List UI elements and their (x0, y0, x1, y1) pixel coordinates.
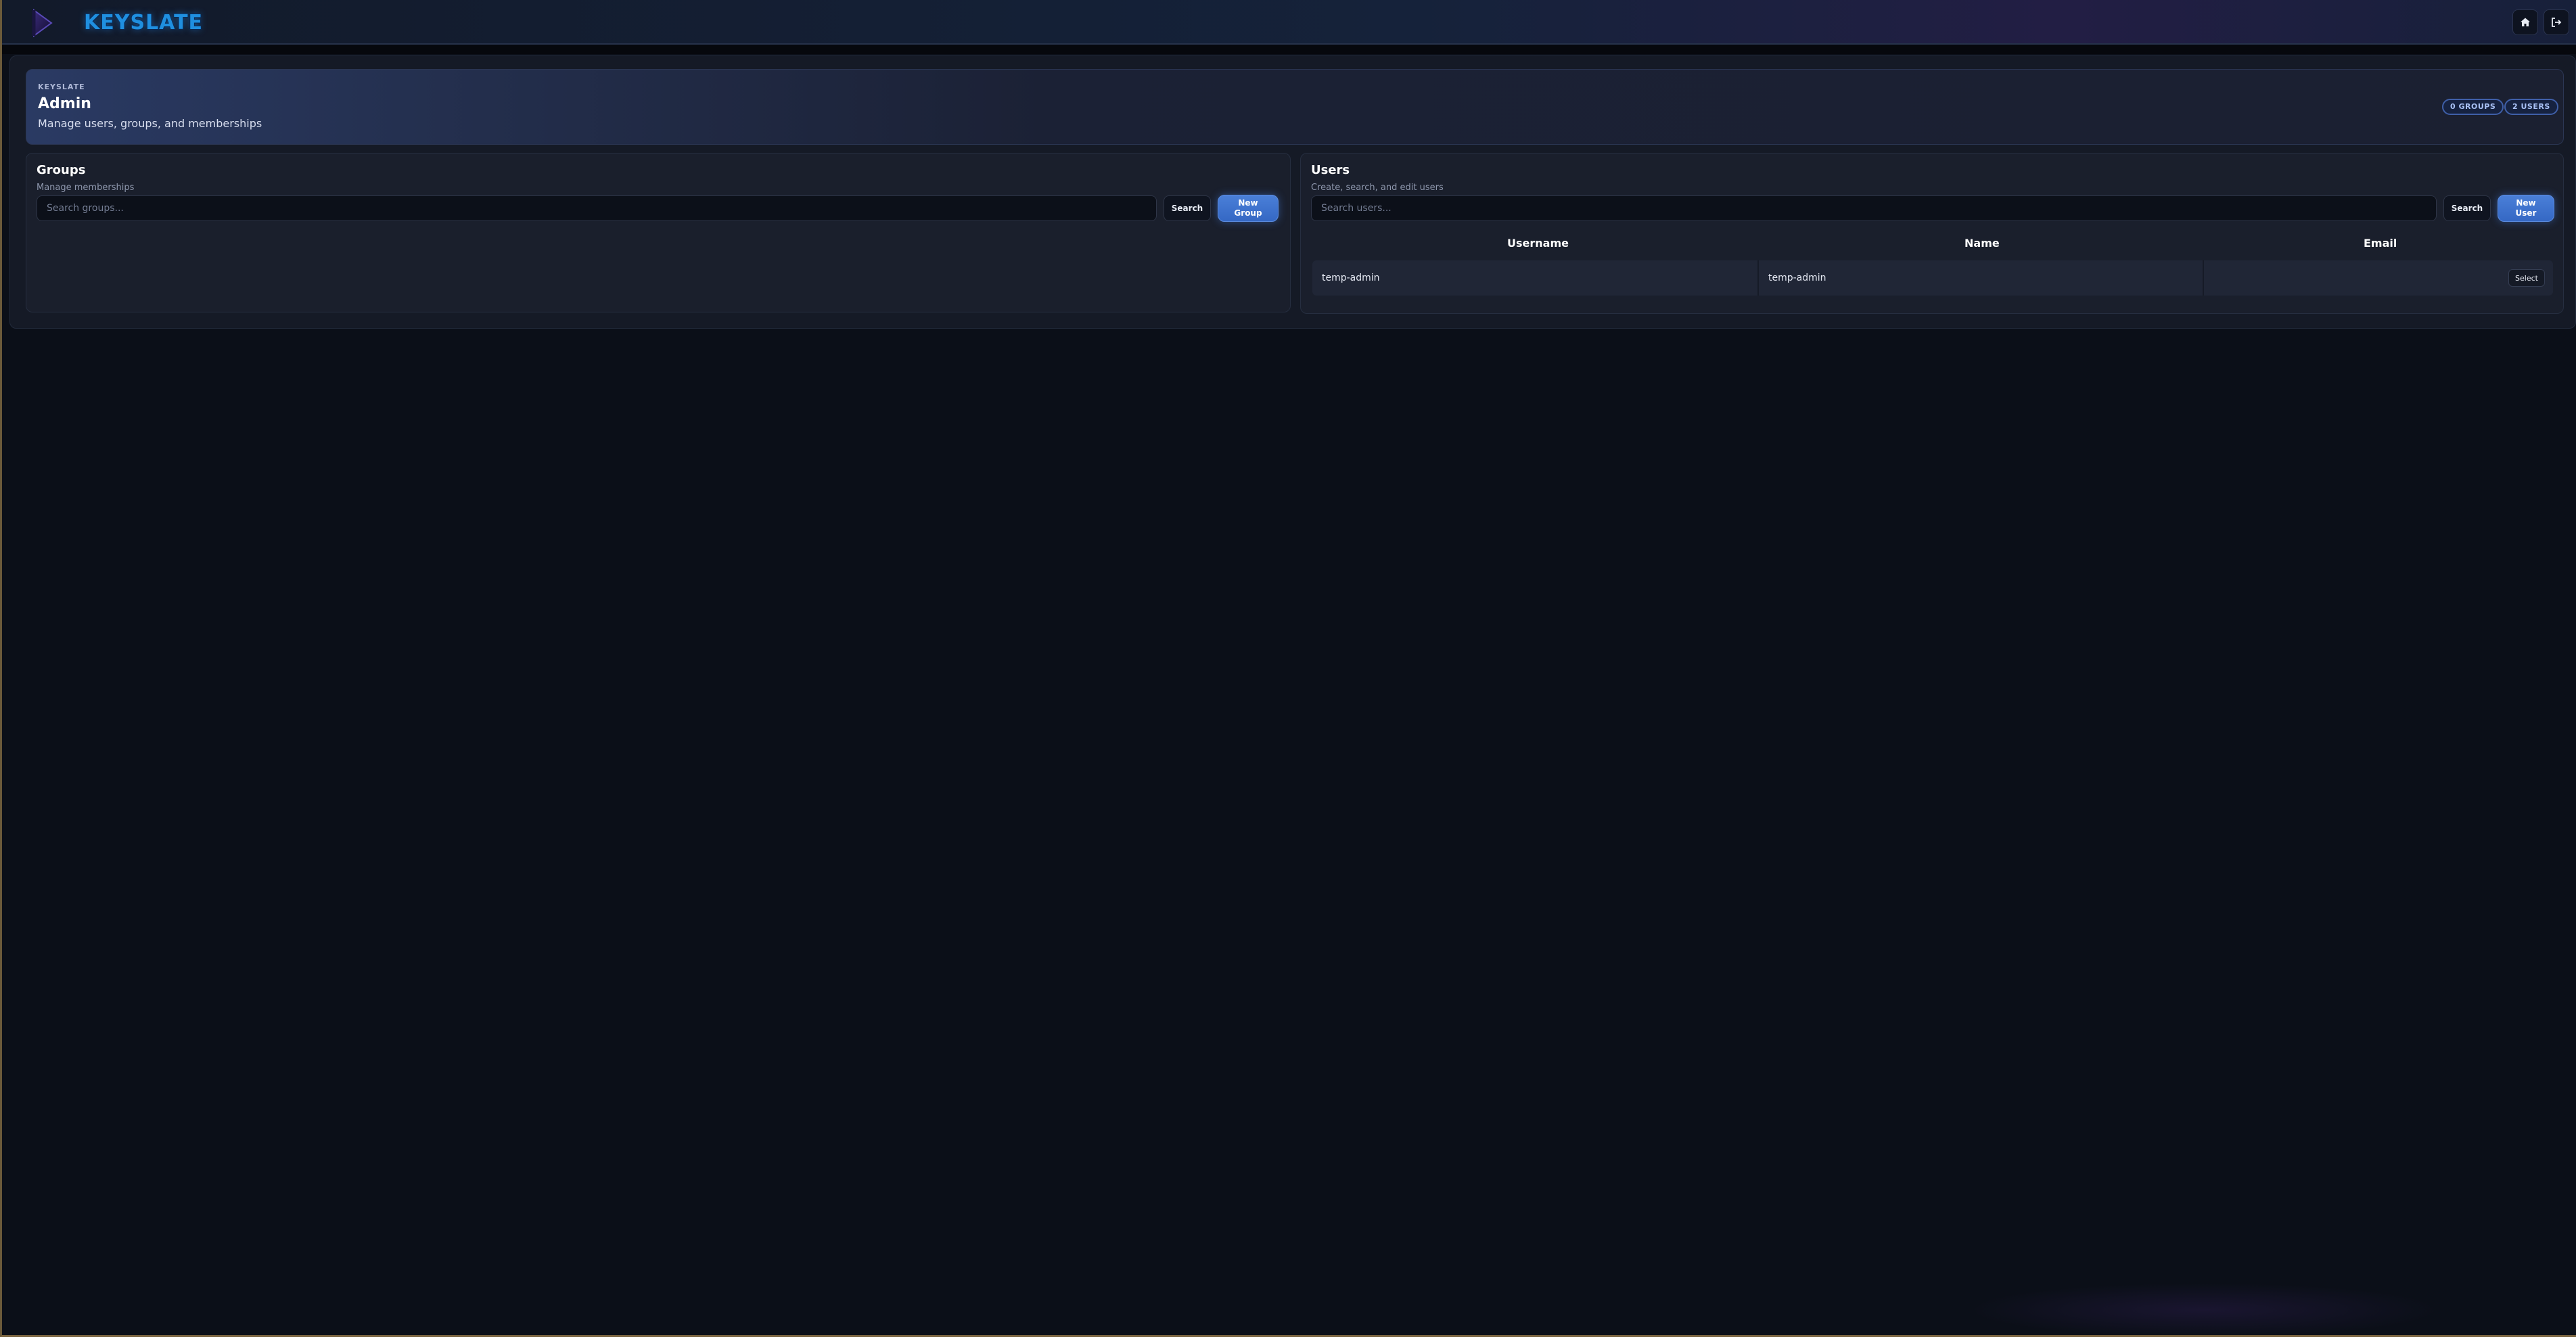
cell-name: temp-admin (1768, 273, 1826, 283)
users-count-badge: 2 USERS (2504, 99, 2558, 115)
admin-hero-card (26, 69, 2564, 145)
new-user-line2: User (2515, 208, 2537, 218)
groups-count-badge: 0 GROUPS (2442, 99, 2504, 115)
top-bar-shadow (0, 45, 2576, 54)
cell-username: temp-admin (1322, 273, 1380, 283)
background-glow (1967, 1283, 2441, 1337)
brand-logo-text[interactable]: KEYSLATE (84, 9, 203, 37)
top-bar (0, 0, 2576, 45)
page-title: Admin (38, 95, 91, 112)
groups-panel-title: Groups (37, 163, 86, 177)
hero-kicker: KEYSLATE (38, 83, 85, 91)
table-row[interactable] (1312, 260, 2553, 296)
groups-search-button[interactable]: Search (1164, 195, 1211, 221)
page-subtitle: Manage users, groups, and memberships (38, 117, 262, 130)
home-button[interactable] (2512, 9, 2538, 35)
column-header-email[interactable]: Email (2364, 237, 2397, 250)
new-group-line1: New (1238, 198, 1258, 208)
users-search-button[interactable]: Search (2443, 195, 2491, 221)
groups-panel (26, 153, 1291, 312)
users-search-input[interactable] (1311, 195, 2437, 221)
new-group-button-label: New Group (1234, 198, 1262, 218)
column-header-username[interactable]: Username (1507, 237, 1569, 250)
logout-button[interactable] (2544, 9, 2569, 35)
cell-divider (1757, 260, 1759, 296)
new-user-button-label: New User (2516, 198, 2537, 218)
users-panel-subtitle: Create, search, and edit users (1311, 183, 1444, 193)
new-user-button[interactable]: New User (2498, 195, 2554, 222)
column-header-name[interactable]: Name (1964, 237, 2000, 250)
new-group-line2: Group (1234, 208, 1262, 218)
users-panel-title: Users (1311, 163, 1350, 177)
select-user-button[interactable]: Select (2508, 269, 2545, 287)
home-icon (2521, 18, 2530, 26)
new-group-button[interactable]: New Group (1218, 195, 1279, 222)
groups-panel-subtitle: Manage memberships (37, 183, 135, 193)
play-logo-icon[interactable] (28, 8, 55, 38)
new-user-line1: New (2516, 198, 2536, 208)
logout-icon (2552, 18, 2562, 27)
groups-search-input[interactable] (37, 195, 1157, 221)
cell-divider (2203, 260, 2204, 296)
